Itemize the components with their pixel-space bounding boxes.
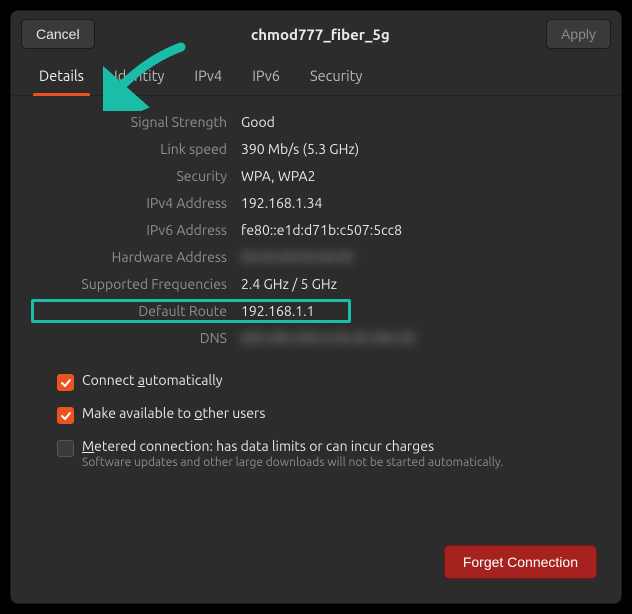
tab-identity[interactable]: Identity — [108, 57, 170, 95]
option-label: Make available to other users — [82, 405, 265, 421]
value-security: WPA, WPA2 — [241, 168, 595, 184]
value-default-route: 192.168.1.1 — [241, 303, 595, 319]
value-ipv6: fe80::e1d:d71b:c507:5cc8 — [241, 222, 595, 238]
options-group: Connect automatically Make available to … — [37, 372, 595, 469]
value-link-speed: 390 Mb/s (5.3 GHz) — [241, 141, 595, 157]
label-hardware-address: Hardware Address — [37, 249, 227, 265]
forget-connection-button[interactable]: Forget Connection — [444, 545, 597, 579]
checkbox-metered-connection[interactable] — [57, 440, 74, 457]
value-signal-strength: Good — [241, 114, 595, 130]
tab-details[interactable]: Details — [33, 57, 90, 95]
details-pane: Signal Strength Good Link speed 390 Mb/s… — [11, 96, 621, 545]
tabs-bar: Details Identity IPv4 IPv6 Security — [11, 57, 621, 96]
label-ipv6: IPv6 Address — [37, 222, 227, 238]
label-security: Security — [37, 168, 227, 184]
dialog-title: chmod777_fiber_5g — [251, 26, 390, 43]
cancel-label: Cancel — [36, 26, 80, 42]
label-default-route: Default Route — [37, 303, 227, 319]
option-label-block: Metered connection: has data limits or c… — [82, 438, 503, 469]
option-available-to-other-users[interactable]: Make available to other users — [57, 405, 595, 424]
dialog-header: Cancel chmod777_fiber_5g Apply — [11, 11, 621, 57]
check-icon — [60, 410, 72, 422]
label-supported-frequencies: Supported Frequencies — [37, 276, 227, 292]
dialog-footer: Forget Connection — [11, 545, 621, 603]
apply-label: Apply — [561, 26, 596, 42]
connection-settings-dialog: Cancel chmod777_fiber_5g Apply Details I… — [10, 10, 622, 604]
details-grid: Signal Strength Good Link speed 390 Mb/s… — [37, 114, 595, 346]
value-supported-frequencies: 2.4 GHz / 5 GHz — [241, 276, 595, 292]
cancel-button[interactable]: Cancel — [21, 19, 95, 49]
value-hardware-address: 00:00:00:00:00:00 — [241, 249, 595, 265]
option-connect-automatically[interactable]: Connect automatically — [57, 372, 595, 391]
label-dns: DNS — [37, 330, 227, 346]
tab-security[interactable]: Security — [304, 57, 368, 95]
apply-button[interactable]: Apply — [546, 19, 611, 49]
checkbox-connect-automatically[interactable] — [57, 374, 74, 391]
check-icon — [60, 377, 72, 389]
tab-ipv4[interactable]: IPv4 — [188, 57, 228, 95]
label-signal-strength: Signal Strength — [37, 114, 227, 130]
forget-label: Forget Connection — [463, 554, 578, 570]
option-sublabel: Software updates and other large downloa… — [82, 456, 503, 469]
checkbox-available-to-other-users[interactable] — [57, 407, 74, 424]
label-link-speed: Link speed — [37, 141, 227, 157]
option-label: Connect automatically — [82, 372, 222, 388]
tab-ipv6[interactable]: IPv6 — [246, 57, 286, 95]
option-metered-connection[interactable]: Metered connection: has data limits or c… — [57, 438, 595, 469]
value-ipv4: 192.168.1.34 — [241, 195, 595, 211]
value-dns: 000.000.000.0 00.00.000.00 — [241, 330, 595, 346]
option-label: Metered connection: has data limits or c… — [82, 438, 503, 454]
label-ipv4: IPv4 Address — [37, 195, 227, 211]
